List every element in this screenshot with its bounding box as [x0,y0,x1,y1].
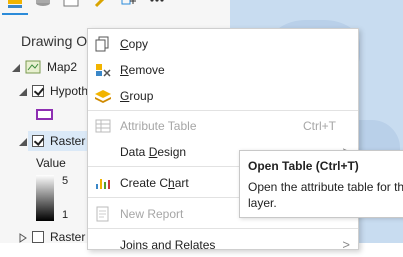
tree-row-map[interactable]: Map2 [11,57,77,77]
table-icon [94,118,112,134]
menu-item-copy[interactable]: Copy [88,32,358,56]
menu-item-label: Data [120,145,149,159]
chart-icon [94,175,112,191]
contents-toolbar [0,0,230,16]
menu-item-attribute-table[interactable]: Attribute Table Ctrl+T [88,114,358,138]
menu-item-remove[interactable]: Remove [88,58,358,82]
legend-swatch [36,109,53,120]
menu-item-label: esign [157,145,187,159]
menu-item-label: art [174,176,189,190]
menu-separator [88,110,358,111]
menu-item-label: Joins and Relates [120,238,216,252]
active-tab-indicator [2,13,28,15]
list-by-drawing-order-icon[interactable] [6,0,24,10]
layer-label: Raster [50,230,86,244]
layer-label: Hypoth [50,84,89,98]
layer-visibility-checkbox[interactable] [32,135,44,147]
add-icon[interactable] [120,0,138,10]
tooltip: Open Table (Ctrl+T) Open the attribute t… [239,150,403,218]
submenu-arrow-icon: > [342,237,350,252]
remove-icon [94,62,112,78]
legend-gradient [36,175,54,221]
tooltip-body: Open the attribute table for th layer. [248,179,403,211]
tooltip-title: Open Table (Ctrl+T) [248,159,359,173]
menu-item-label: roup [129,89,154,103]
menu-item-label: opy [128,37,149,51]
map-icon [25,60,41,74]
copy-icon [94,36,112,52]
menu-item-accel: C [120,37,129,51]
menu-item-label: Attribute Table [120,119,197,133]
menu-item-label: Create C [120,176,169,190]
layer-visibility-checkbox[interactable] [32,231,44,243]
menu-item-joins-relates[interactable]: Joins and Relates > [88,233,358,257]
edit-icon[interactable] [92,0,110,10]
group-icon [94,88,112,104]
tree-row-layer-raster-2[interactable]: Raster [18,227,85,247]
menu-separator [88,228,358,229]
menu-item-accel: h [168,176,175,190]
pane-title: Drawing O [21,33,88,49]
legend-value-label: Value [36,156,66,170]
menu-item-label: emove [128,63,165,77]
menu-item-label: New Report [120,207,184,221]
collapse-icon[interactable] [18,86,28,96]
layer-visibility-checkbox[interactable] [32,85,44,97]
menu-item-shortcut: Ctrl+T [303,119,336,133]
legend-low-value: 1 [62,209,69,221]
more-icon[interactable] [148,0,166,10]
tree-row-layer-raster[interactable]: Raster [18,131,85,151]
menu-item-group[interactable]: Group [88,84,358,108]
tooltip-line: layer. [248,196,277,210]
layer-label: Raster [50,134,86,148]
tooltip-line: Open the attribute table for th [248,180,403,194]
table-icon[interactable] [62,0,80,10]
legend-high-value: 5 [62,175,69,187]
collapse-icon[interactable] [18,136,28,146]
expand-icon[interactable] [18,232,28,243]
report-icon [94,206,112,222]
map-label: Map2 [47,60,78,74]
menu-item-accel: G [120,89,130,103]
tree-row-layer-hypoth[interactable]: Hypoth [18,81,88,101]
database-icon[interactable] [34,0,52,10]
menu-item-accel: R [120,63,129,77]
collapse-icon[interactable] [11,62,21,72]
